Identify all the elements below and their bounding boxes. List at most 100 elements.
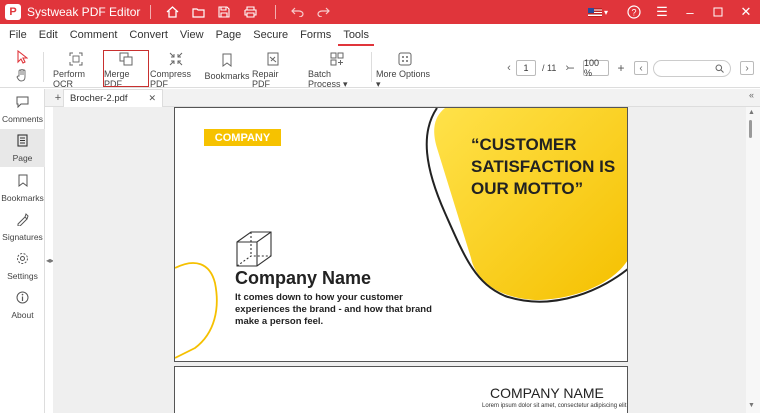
menu-page[interactable]: Page <box>211 24 247 46</box>
sidebar-item-settings[interactable]: Settings <box>0 247 45 285</box>
sidebar-item-page[interactable]: Page <box>0 129 45 167</box>
left-sidebar: Comments Page Bookmarks Signatures Setti… <box>0 89 45 413</box>
company-description: It comes down to how your customer exper… <box>235 292 432 327</box>
page-number-input[interactable]: 1 <box>516 60 536 76</box>
collapse-panel-icon[interactable]: « <box>749 90 754 100</box>
menu-secure[interactable]: Secure <box>248 24 293 46</box>
compress-pdf-label: Compress PDF <box>150 69 192 89</box>
repair-icon <box>265 52 281 66</box>
language-flag-icon[interactable] <box>587 7 602 17</box>
menu-view[interactable]: View <box>175 24 209 46</box>
menu-forms[interactable]: Forms <box>295 24 336 46</box>
signatures-icon <box>16 212 29 229</box>
bookmarks-tool-button[interactable]: Bookmarks <box>204 52 250 86</box>
bookmarks-icon <box>18 174 28 190</box>
sidebar-item-label: Comments <box>1 114 44 124</box>
sidebar-item-label: Bookmarks <box>1 192 44 203</box>
maximize-icon[interactable] <box>704 0 732 24</box>
perform-ocr-label: Perform OCR <box>53 69 86 89</box>
page-2-subtitle: Lorem ipsum dolor sit amet, consectetur … <box>482 403 627 409</box>
comments-icon <box>16 96 29 111</box>
help-icon[interactable]: ? <box>620 0 648 24</box>
motto-quote-line: OUR MOTTO” <box>471 179 584 198</box>
document-tab[interactable]: Brocher-2.pdf ✕ <box>63 89 163 107</box>
motto-quote-line: SATISFACTION IS <box>471 157 616 176</box>
toolbar-divider <box>371 52 372 82</box>
page-icon <box>17 133 28 150</box>
document-viewport[interactable]: COMPANY “CUSTOMER SATISFACTION IS OUR MO… <box>53 107 746 413</box>
batch-process-icon <box>329 52 345 66</box>
minimize-icon[interactable]: – <box>676 0 704 24</box>
menu-file[interactable]: File <box>4 24 32 46</box>
search-next: › <box>740 60 754 76</box>
sidebar-item-label: Settings <box>7 270 38 281</box>
zoom-controls: − 100 % + <box>564 58 628 78</box>
scroll-up-icon[interactable]: ▲ <box>748 109 755 116</box>
pdf-page-1: COMPANY “CUSTOMER SATISFACTION IS OUR MO… <box>174 107 628 362</box>
select-cursor-icon[interactable] <box>14 49 30 66</box>
bookmarks-tool-label: Bookmarks <box>204 71 250 81</box>
sidebar-item-label: Signatures <box>2 231 43 242</box>
home-icon[interactable] <box>161 1 183 23</box>
page-2-title: COMPANY NAME <box>490 385 604 401</box>
zoom-input[interactable]: 100 % <box>583 58 609 78</box>
sidebar-item-about[interactable]: About <box>0 286 45 324</box>
scroll-down-icon[interactable]: ▼ <box>748 402 755 409</box>
hand-tool-icon[interactable] <box>14 68 30 85</box>
menu-edit[interactable]: Edit <box>34 24 63 46</box>
bookmark-icon <box>219 52 235 68</box>
motto-quote-line: “CUSTOMER <box>471 135 577 154</box>
search-prev: ‹ <box>634 60 648 76</box>
menu-convert[interactable]: Convert <box>124 24 173 46</box>
title-separator <box>150 5 152 19</box>
perform-ocr-button[interactable]: Perform OCR <box>53 52 99 89</box>
print-icon[interactable] <box>239 1 261 23</box>
sidebar-item-bookmarks[interactable]: Bookmarks <box>0 169 45 207</box>
menu-bar: File Edit Comment Convert View Page Secu… <box>0 24 760 46</box>
menu-tools[interactable]: Tools <box>338 24 374 46</box>
more-options-button[interactable]: More Options ▾ <box>376 52 434 89</box>
search-next-icon[interactable]: › <box>740 61 754 75</box>
search-icon <box>715 64 724 73</box>
sidebar-item-signatures[interactable]: Signatures <box>0 208 45 246</box>
previous-page-icon[interactable]: ‹ <box>502 61 516 75</box>
zoom-out-button[interactable]: − <box>564 61 578 75</box>
hamburger-menu-icon[interactable]: ☰ <box>648 0 676 24</box>
motto-quote: “CUSTOMER SATISFACTION IS OUR MOTTO” <box>471 134 615 200</box>
document-tab-title: Brocher-2.pdf <box>70 93 128 104</box>
batch-process-label: Batch Process ▾ <box>308 69 348 89</box>
about-icon <box>16 291 29 307</box>
batch-process-button[interactable]: Batch Process ▾ <box>308 52 366 89</box>
repair-pdf-label: Repair PDF <box>252 69 279 89</box>
repair-pdf-button[interactable]: Repair PDF <box>252 52 294 89</box>
language-dropdown-icon[interactable]: ▾ <box>604 8 608 17</box>
search-input[interactable] <box>653 60 731 77</box>
sidebar-item-label: About <box>11 309 34 320</box>
app-title: Systweak PDF Editor <box>27 5 141 19</box>
redo-icon[interactable] <box>312 1 334 23</box>
svg-text:?: ? <box>631 8 636 18</box>
save-icon[interactable] <box>213 1 235 23</box>
toolbar-divider <box>43 52 44 82</box>
sidebar-item-comments[interactable]: Comments <box>0 91 45 129</box>
zoom-in-button[interactable]: + <box>614 61 628 75</box>
company-tag: COMPANY <box>204 129 281 146</box>
more-options-label: More Options ▾ <box>376 69 431 89</box>
app-logo-icon: P <box>5 4 21 20</box>
sidebar-item-label: Page <box>12 152 33 163</box>
scrollbar-thumb[interactable] <box>749 120 752 138</box>
merge-pdf-highlight <box>103 50 149 87</box>
close-tab-icon[interactable]: ✕ <box>148 93 156 104</box>
title-separator <box>275 5 277 19</box>
pdf-page-2: COMPANY NAME Lorem ipsum dolor sit amet,… <box>174 366 628 413</box>
search-previous-icon[interactable]: ‹ <box>634 61 648 75</box>
menu-comment[interactable]: Comment <box>65 24 123 46</box>
compress-icon <box>168 52 184 66</box>
company-name-heading: Company Name <box>235 268 372 288</box>
open-folder-icon[interactable] <box>187 1 209 23</box>
compress-pdf-button[interactable]: Compress PDF <box>150 52 202 89</box>
vertical-scrollbar[interactable] <box>746 107 760 413</box>
undo-icon[interactable] <box>286 1 308 23</box>
settings-icon <box>16 252 29 268</box>
close-window-icon[interactable]: ✕ <box>732 0 760 24</box>
